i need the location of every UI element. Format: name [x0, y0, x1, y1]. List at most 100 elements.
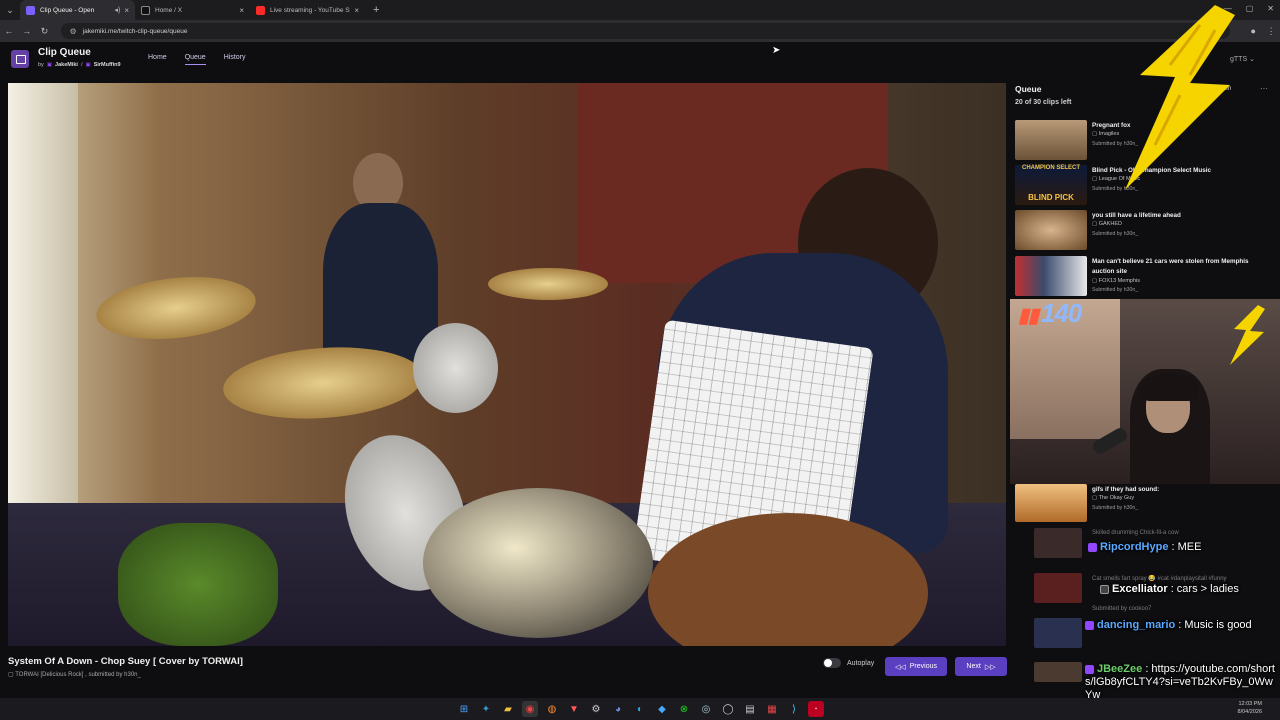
queue-thumbnail [1034, 573, 1082, 603]
speaker-icon[interactable]: ◂) [114, 6, 120, 14]
ghost-queue-submitter: Submitted by cookoo7 [1092, 606, 1152, 612]
queue-item[interactable]: you still have a lifetime ahead ▢ GAKHED… [1015, 210, 1273, 252]
close-tab-icon[interactable]: × [239, 6, 244, 15]
reload-icon[interactable]: ↻ [36, 26, 54, 37]
nav-history[interactable]: History [224, 54, 246, 65]
chat-message: dancing_mario : Music is good [1085, 619, 1275, 631]
discord-icon[interactable]: ◕ [610, 701, 626, 717]
nav-home[interactable]: Home [148, 54, 167, 65]
clip-subtitle: ▢ TORWAI [Delicious Rock] , submitted by… [8, 671, 141, 678]
browser-tab-clip-queue[interactable]: Clip Queue - Open ◂) × [20, 0, 135, 20]
steam-icon[interactable]: ◎ [698, 701, 714, 717]
next-label: Next [966, 663, 981, 670]
queue-more-icon[interactable]: ··· [1260, 84, 1268, 93]
previous-button[interactable]: ◁◁ Previous [885, 657, 947, 676]
system-clock[interactable]: 12:03 PM 8/04/2026 [1238, 700, 1262, 716]
browser-tab-strip: ⌄ Clip Queue - Open ◂) × Home / X × Live… [0, 0, 1280, 20]
counter-overlay: ▮▮ 140 [1018, 298, 1082, 329]
browser-menu-icon[interactable]: ⋮ [1262, 26, 1280, 37]
queue-channel-name: GAKHED [1098, 221, 1122, 227]
brave-icon[interactable]: ▼ [566, 701, 582, 717]
tab-search-icon[interactable]: ⌄ [0, 0, 20, 20]
back-icon[interactable]: ← [0, 26, 18, 36]
queue-thumbnail [1015, 210, 1087, 250]
tab-title: Clip Queue - Open [40, 6, 95, 14]
profile-avatar[interactable]: ● [1244, 26, 1262, 36]
rewind-icon: ◁◁ [894, 663, 906, 671]
subscriber-badge-icon [1085, 620, 1094, 630]
queue-item[interactable]: gifs if they had sound: ▢ The Okay Guy S… [1015, 484, 1273, 526]
youtube-favicon-icon [256, 5, 265, 15]
chat-message: Excelliator : cars > ladies [1100, 583, 1280, 595]
close-tab-icon[interactable]: × [124, 6, 129, 15]
queue-heading: Queue [1015, 84, 1042, 94]
browser-toolbar: ← → ↻ ⚙ jakemiki.me/twitch-clip-queue/qu… [0, 20, 1280, 42]
author-link-jakemiki[interactable]: JakeMiki [55, 62, 78, 68]
nav-queue[interactable]: Queue [184, 54, 206, 65]
start-icon[interactable]: ⊞ [456, 701, 472, 717]
copilot-icon[interactable]: ✦ [478, 701, 494, 717]
xbox-icon[interactable]: ⊗ [676, 701, 692, 717]
firefox-icon[interactable]: ◍ [544, 701, 560, 717]
site-info-icon[interactable]: ⚙ [69, 27, 76, 36]
queue-channel-name: Imagiles [1098, 131, 1120, 137]
maximize-icon[interactable]: ▢ [1246, 4, 1254, 13]
app-icon[interactable]: ▦ [764, 701, 780, 717]
queue-item-title: Man can't believe 21 cars were stolen fr… [1092, 258, 1249, 275]
edge-icon[interactable]: ◐ [632, 701, 648, 717]
app-icon[interactable]: ▪ [808, 701, 824, 717]
chat-username: dancing_mario [1097, 619, 1176, 631]
queue-item-submitter: Submitted by h30n_ [1092, 287, 1139, 293]
queue-channel-name: The Okay Guy [1098, 495, 1135, 501]
queue-item[interactable]: Man can't believe 21 cars were stolen fr… [1015, 256, 1273, 298]
app-title: Clip Queue [38, 47, 91, 58]
autoplay-control[interactable]: Autoplay [823, 658, 874, 668]
chat-message: RipcordHype : MEE [1088, 541, 1280, 553]
author-link-sirmuffin9[interactable]: SirMuffin9 [94, 62, 121, 68]
autoplay-toggle[interactable] [823, 658, 841, 668]
clip-queue-logo-icon [11, 50, 29, 68]
ghost-queue-title: Cat smells fart spray 😂 #cat #danplaysit… [1092, 576, 1227, 582]
obs-icon[interactable]: ◯ [720, 701, 736, 717]
chat-text: : cars > ladies [1167, 583, 1239, 595]
tab-title: Live streaming - YouTube Studi [270, 6, 350, 14]
close-window-icon[interactable]: ✕ [1267, 4, 1274, 13]
queue-item-title: gifs if they had sound: [1092, 486, 1160, 493]
queue-item-submitter: Submitted by h30n_ [1092, 231, 1139, 237]
browser-tab-youtube-studio[interactable]: Live streaming - YouTube Studi × [250, 0, 365, 20]
next-button[interactable]: Next ▷▷ [955, 657, 1007, 676]
clock-time: 12:03 PM [1238, 701, 1262, 707]
queue-thumbnail: CHAMPION SELECT BLIND PICK [1015, 165, 1087, 205]
queue-thumbnail [1034, 528, 1082, 558]
terminal-icon[interactable]: ▤ [742, 701, 758, 717]
new-tab-button[interactable]: + [373, 4, 379, 16]
clock-date: 8/04/2026 [1237, 709, 1262, 715]
app-icon[interactable]: ◆ [654, 701, 670, 717]
clip-meta: TORWAI [Delicious Rock] , submitted by h… [15, 672, 141, 678]
counter-icon: ▮▮ [1018, 305, 1039, 327]
settings-icon[interactable]: ⚙ [588, 701, 604, 717]
lightning-bolt-icon [1125, 5, 1235, 190]
queue-channel-name: FOX13 Memphis [1098, 278, 1140, 284]
clip-channel-icon: ▢ [8, 672, 14, 678]
fast-forward-icon: ▷▷ [984, 663, 996, 671]
chrome-icon[interactable]: ◉ [522, 701, 538, 717]
address-bar[interactable]: ⚙ jakemiki.me/twitch-clip-queue/queue [61, 23, 1231, 39]
close-tab-icon[interactable]: × [354, 6, 359, 15]
tab-title: Home / X [155, 6, 183, 14]
browser-tab-x[interactable]: Home / X × [135, 0, 250, 20]
chat-username: JBeeZee [1097, 663, 1143, 675]
queue-thumbnail [1015, 256, 1087, 296]
lightning-bolt-icon [1230, 305, 1265, 365]
by-label: by [38, 62, 44, 68]
chat-username: Excelliator [1112, 583, 1168, 595]
file-explorer-icon[interactable]: ▰ [500, 701, 516, 717]
queue-thumbnail [1034, 662, 1082, 682]
vscode-icon[interactable]: ⟩ [786, 701, 802, 717]
forward-icon[interactable]: → [18, 26, 36, 36]
cymbal [488, 268, 608, 300]
chat-text: : MEE [1168, 541, 1202, 553]
video-player[interactable] [8, 83, 1006, 646]
subscriber-badge-icon [1088, 542, 1097, 552]
chat-message: JBeeZee : https://youtube.com/shorts/lGb… [1085, 663, 1275, 702]
